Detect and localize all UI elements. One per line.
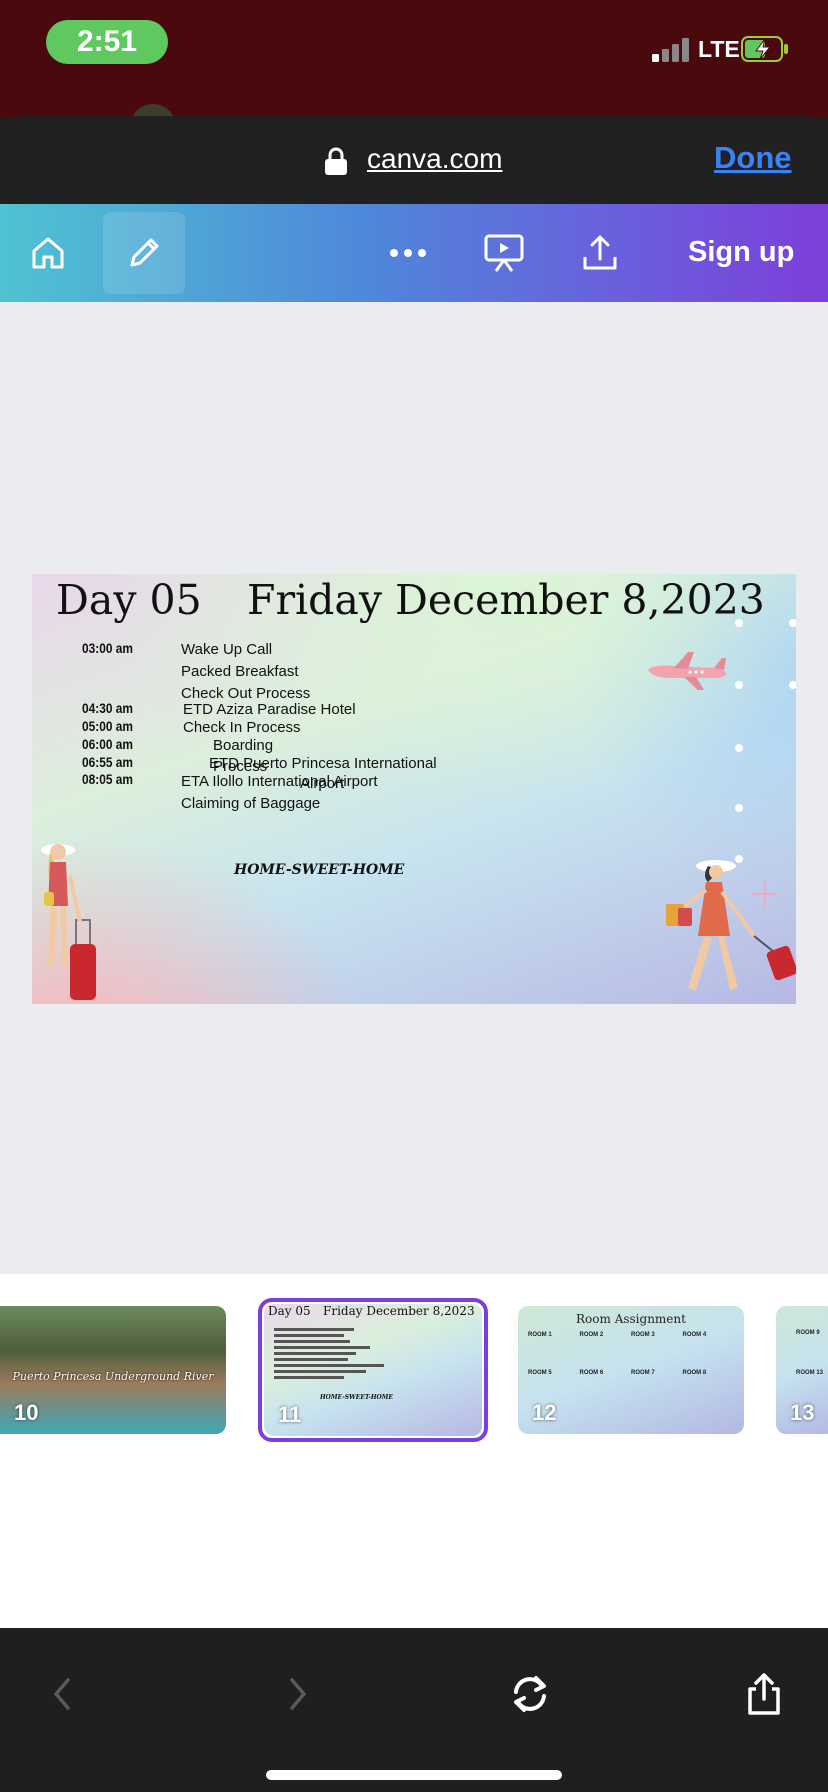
schedule-time: 05:00 am <box>82 718 133 734</box>
signal-icon <box>652 36 692 62</box>
decor-dot <box>735 744 743 752</box>
traveler-right-illustration <box>666 860 796 990</box>
lock-icon <box>325 147 347 175</box>
home-button[interactable] <box>7 212 89 294</box>
schedule-time: 06:55 am <box>82 754 133 770</box>
page-number: 10 <box>14 1400 39 1425</box>
page-thumbnail-10[interactable]: Puerto Princesa Underground River 10 <box>0 1306 226 1434</box>
upload-icon <box>583 235 617 270</box>
room-label: ROOM 3 <box>631 1332 655 1338</box>
schedule-activity: ETA Ilollo International Airport <box>181 773 378 790</box>
room-label: ROOM 13 <box>796 1370 824 1376</box>
share-sheet-button[interactable] <box>734 1664 794 1724</box>
decor-dot <box>735 681 743 689</box>
room-grid: ROOM 1 ROOM 2 ROOM 3 ROOM 4 ROOM 5 ROOM … <box>528 1332 734 1376</box>
thumbnail-footer: HOME-SWEET-HOME <box>320 1394 394 1401</box>
schedule-activity: Wake Up Call <box>181 641 273 658</box>
room-label: ROOM 7 <box>631 1370 655 1376</box>
decor-dot <box>735 804 743 812</box>
traveler-left-illustration <box>41 844 96 1000</box>
decor-dot <box>789 681 796 689</box>
share-button[interactable] <box>559 212 641 294</box>
slide-day: Day 05 <box>56 576 202 624</box>
slide-footer: HOME-SWEET-HOME <box>234 862 405 878</box>
schedule-activity: Boarding <box>213 737 274 754</box>
present-button[interactable] <box>463 212 545 294</box>
schedule-activity: ETD Aziza Paradise Hotel <box>183 701 356 718</box>
chevron-right-icon <box>290 1678 307 1710</box>
room-label: ROOM 1 <box>528 1332 552 1338</box>
schedule-time: 08:05 am <box>82 771 133 787</box>
thumbnail-title: Room Assignment <box>576 1312 686 1326</box>
more-button[interactable] <box>367 212 449 294</box>
done-button[interactable]: Done <box>714 140 792 176</box>
thumbnail-date: Friday December 8,2023 <box>323 1304 475 1318</box>
schedule-activity: Packed Breakfast <box>181 663 299 680</box>
decor-dot <box>789 619 796 627</box>
slide-date: Friday December 8,2023 <box>247 576 765 624</box>
page-thumbnail-13[interactable]: ROOM 9 ROOM 13 13 <box>776 1306 828 1434</box>
room-label: ROOM 9 <box>796 1330 820 1336</box>
schedule-time: 06:00 am <box>82 736 133 752</box>
home-indicator <box>266 1770 562 1780</box>
room-label: ROOM 8 <box>682 1370 707 1376</box>
thumbnail-schedule-lines <box>274 1328 384 1379</box>
pencil-icon <box>130 238 159 267</box>
schedule-activity: Claiming of Baggage <box>181 795 321 812</box>
room-label: ROOM 2 <box>579 1332 604 1338</box>
page-thumbnail-12[interactable]: Room Assignment ROOM 1 ROOM 2 ROOM 3 ROO… <box>518 1306 744 1434</box>
home-icon <box>32 237 64 269</box>
schedule-activity: ETD Puerto Princesa International <box>209 755 437 772</box>
slide[interactable]: Day 05 Friday December 8,2023 03:00 am 0… <box>32 574 796 1004</box>
browser-bar: canva.com Done <box>0 116 828 204</box>
battery-charging-icon <box>741 36 788 62</box>
more-icon <box>390 249 426 257</box>
status-bar: 2:51 LTE <box>0 0 828 128</box>
editor-toolbar: Sign up <box>0 204 828 302</box>
status-time: 2:51 <box>46 20 168 64</box>
back-button[interactable] <box>32 1664 92 1724</box>
reload-icon <box>514 1676 546 1712</box>
forward-button[interactable] <box>268 1664 328 1724</box>
network-label: LTE <box>698 36 740 62</box>
page-thumbnail-11[interactable]: Day 05 Friday December 8,2023 HOME-SWEET… <box>264 1304 482 1436</box>
edit-button[interactable] <box>103 212 185 294</box>
schedule-activity: Airport <box>300 775 345 792</box>
page-number: 11 <box>278 1402 302 1427</box>
airplane-illustration <box>648 652 726 690</box>
sign-up-button[interactable]: Sign up <box>688 234 794 270</box>
room-label: ROOM 5 <box>528 1370 552 1376</box>
share-icon <box>748 1673 780 1715</box>
thumbnail-caption: Puerto Princesa Underground River <box>12 1370 214 1383</box>
present-icon <box>484 234 524 272</box>
page-number: 12 <box>532 1400 557 1425</box>
page-thumbnails: Puerto Princesa Underground River 10 Day… <box>0 1274 828 1628</box>
browser-bottom-bar <box>0 1628 828 1792</box>
page-number: 13 <box>790 1400 815 1425</box>
room-label: ROOM 4 <box>682 1332 707 1338</box>
schedule-activity: Check In Process <box>183 719 301 736</box>
canvas-area: Day 05 Friday December 8,2023 03:00 am 0… <box>0 302 828 1274</box>
schedule-time: 04:30 am <box>82 700 133 716</box>
chevron-left-icon <box>53 1678 70 1710</box>
schedule-time: 03:00 am <box>82 640 133 656</box>
room-label: ROOM 6 <box>579 1370 604 1376</box>
thumbnail-day: Day 05 <box>268 1304 311 1318</box>
url-label[interactable]: canva.com <box>367 142 502 176</box>
decor-dot <box>735 619 743 627</box>
reload-button[interactable] <box>500 1664 560 1724</box>
